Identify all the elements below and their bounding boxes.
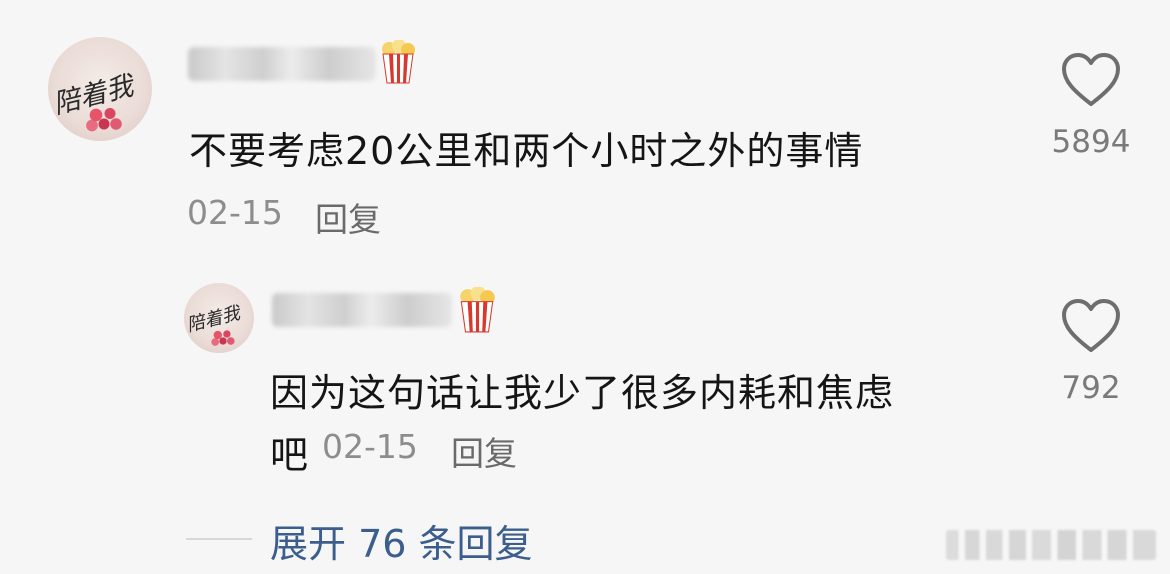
heart-outline-icon[interactable] xyxy=(1060,298,1122,354)
reply-avatar-flowers xyxy=(210,327,236,347)
expand-divider xyxy=(186,538,252,540)
reply-username-blurred[interactable] xyxy=(272,293,452,327)
comment-date: 02-15 xyxy=(187,193,283,232)
like-count: 5894 xyxy=(1051,124,1131,160)
expand-replies-button[interactable]: 展开 76 条回复 xyxy=(270,513,533,568)
reply-text-line2: 吧 xyxy=(270,433,310,477)
popcorn-emoji-icon xyxy=(382,40,415,84)
reply-like-count: 792 xyxy=(1061,370,1121,406)
avatar[interactable]: 陪着我 xyxy=(48,37,152,141)
reply-text-line1: 因为这句话让我少了很多内耗和焦虑 xyxy=(270,371,895,415)
username-blurred[interactable] xyxy=(188,47,376,81)
reply-avatar[interactable]: 陪着我 xyxy=(184,283,254,353)
reply-button[interactable]: 回复 xyxy=(315,193,381,241)
heart-outline-icon[interactable] xyxy=(1060,52,1122,108)
comment-text: 不要考虑20公里和两个小时之外的事情 xyxy=(189,129,864,173)
popcorn-emoji-icon xyxy=(460,287,495,333)
reply-reply-button[interactable]: 回复 xyxy=(451,427,517,475)
watermark xyxy=(946,530,1156,560)
avatar-flowers xyxy=(84,103,124,133)
reply-date: 02-15 xyxy=(322,427,418,466)
